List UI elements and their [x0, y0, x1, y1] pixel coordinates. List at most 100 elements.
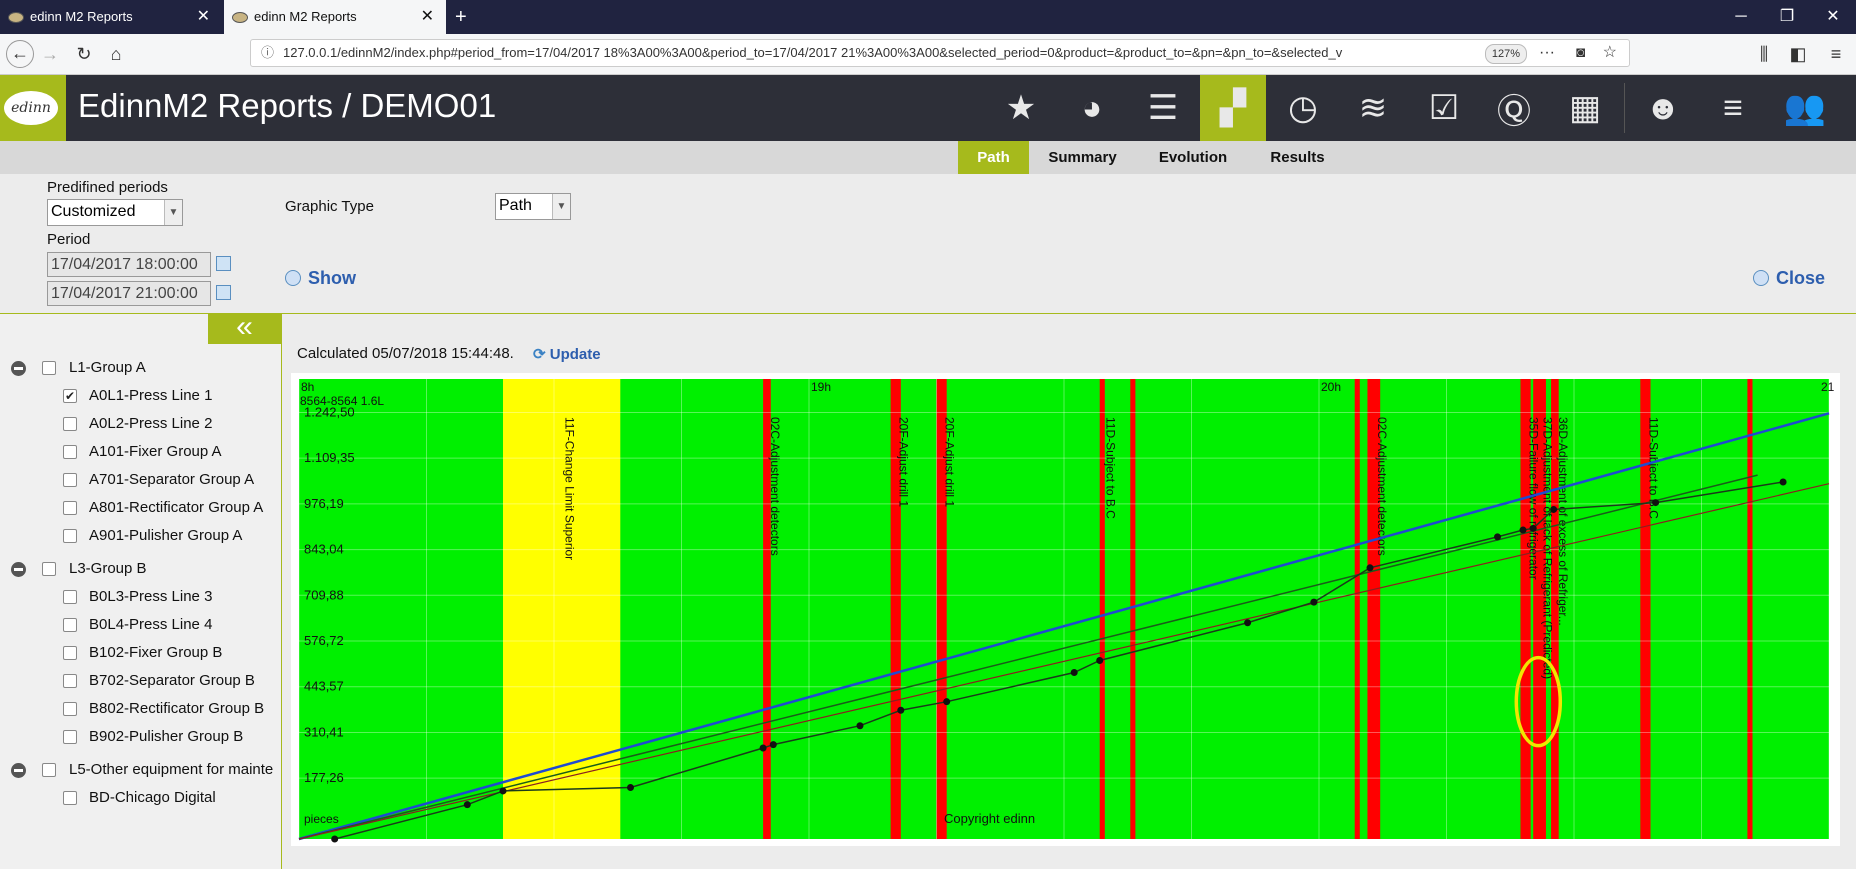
- item-checkbox[interactable]: [63, 730, 77, 744]
- home-icon[interactable]: ⌂: [104, 42, 128, 66]
- page-actions-icon[interactable]: ···: [1539, 40, 1555, 66]
- bars-icon[interactable]: ☰: [1130, 75, 1196, 141]
- item-checkbox[interactable]: [63, 791, 77, 805]
- library-icon[interactable]: ⫼: [1752, 42, 1776, 66]
- y-axis-unit: pieces: [304, 812, 339, 826]
- blocks-icon[interactable]: ▞: [1200, 75, 1266, 141]
- close-label: Close: [1776, 268, 1826, 288]
- series-point: [1652, 499, 1660, 507]
- item-checkbox[interactable]: [63, 473, 77, 487]
- calendar-icon[interactable]: [216, 285, 231, 300]
- group-checkbox[interactable]: [42, 361, 56, 375]
- user-icon[interactable]: 👥: [1772, 75, 1838, 141]
- item-checkbox[interactable]: ✔: [63, 389, 77, 403]
- x-tick-label: 21: [1821, 380, 1835, 394]
- pocket-icon[interactable]: ◙: [1576, 40, 1585, 66]
- menu-icon[interactable]: ≡: [1700, 75, 1766, 141]
- item-checkbox[interactable]: [63, 618, 77, 632]
- tree-item-label: B802-Rectificator Group B: [89, 700, 265, 717]
- period-label: 20F-Adjust drill 1: [897, 417, 911, 507]
- series-point: [463, 801, 471, 809]
- collapse-group-icon[interactable]: [11, 361, 26, 376]
- tab-summary[interactable]: Summary: [1030, 141, 1135, 174]
- close-tab-icon[interactable]: ✕: [197, 0, 210, 34]
- tree-group-label: L5-Other equipment for mainte: [69, 761, 274, 778]
- collapse-group-icon[interactable]: [11, 763, 26, 778]
- period-from-field[interactable]: 17/04/2017 18:00:00: [47, 252, 211, 277]
- browser-tab-1[interactable]: edinn M2 Reports ✕: [0, 0, 222, 34]
- item-checkbox[interactable]: [63, 674, 77, 688]
- calendar-icon[interactable]: [216, 256, 231, 271]
- close-tab-icon[interactable]: ✕: [421, 0, 434, 34]
- period-to-field[interactable]: 17/04/2017 21:00:00: [47, 281, 211, 306]
- quality-icon[interactable]: Ⓠ: [1481, 75, 1547, 141]
- favorites-star-icon[interactable]: ★: [988, 75, 1054, 141]
- collapse-sidebar-button[interactable]: «: [208, 314, 281, 344]
- item-checkbox[interactable]: [63, 501, 77, 515]
- operator-icon[interactable]: ☻: [1630, 75, 1696, 141]
- edinn-logo[interactable]: edinn: [0, 75, 66, 141]
- grid-icon[interactable]: ▦: [1552, 75, 1618, 141]
- y-tick-label: 310,41: [304, 724, 344, 739]
- item-checkbox[interactable]: [63, 417, 77, 431]
- new-tab-icon[interactable]: +: [455, 0, 467, 34]
- minimize-window-icon[interactable]: ─: [1718, 0, 1764, 34]
- graphic-type-select[interactable]: Path ▼: [495, 193, 571, 220]
- tab-path[interactable]: Path: [958, 141, 1029, 174]
- x-tick-label: 20h: [1321, 380, 1341, 394]
- tree-group-label: L1-Group A: [69, 359, 146, 376]
- tree-item-label: A701-Separator Group A: [89, 471, 255, 488]
- url-bar[interactable]: ⓘ 127.0.0.1/edinnM2/index.php#period_fro…: [250, 39, 1630, 67]
- item-checkbox[interactable]: [63, 529, 77, 543]
- series-point: [1096, 656, 1104, 664]
- x-tick-label: 8h: [301, 380, 314, 394]
- series-point: [1779, 478, 1787, 486]
- show-button[interactable]: Show: [285, 268, 356, 289]
- reload-icon[interactable]: ↻: [72, 42, 96, 66]
- close-window-icon[interactable]: ✕: [1810, 0, 1856, 34]
- report-tabs: Path Summary Evolution Results: [0, 141, 1856, 174]
- item-checkbox[interactable]: [63, 702, 77, 716]
- tab-results[interactable]: Results: [1250, 141, 1345, 174]
- item-checkbox[interactable]: [63, 590, 77, 604]
- header-divider: [1624, 83, 1625, 133]
- coins-icon[interactable]: ≋: [1340, 75, 1406, 141]
- series-point: [1310, 598, 1318, 606]
- y-tick-label: 843,04: [304, 542, 344, 557]
- series-point: [856, 722, 864, 730]
- pie-chart-icon[interactable]: ◕: [1059, 75, 1125, 141]
- series-point: [1244, 619, 1252, 627]
- stop-period: [1354, 379, 1360, 839]
- tree-item-label: B0L4-Press Line 4: [89, 616, 213, 633]
- back-icon[interactable]: ←: [6, 40, 34, 68]
- group-checkbox[interactable]: [42, 562, 56, 576]
- bookmark-star-icon[interactable]: ☆: [1603, 40, 1617, 66]
- close-button[interactable]: Close: [1753, 268, 1825, 289]
- tree-group-label: L3-Group B: [69, 560, 147, 577]
- browser-tab-bar: edinn M2 Reports ✕ edinn M2 Reports ✕ + …: [0, 0, 1856, 34]
- equipment-tree-sidebar: « L1-Group A ✔ A0L1-Press Line 1 A0L2-Press…: [0, 314, 282, 869]
- browser-tab-2[interactable]: edinn M2 Reports ✕: [224, 0, 446, 34]
- period-label: 02C-Adjustment detectors: [1375, 417, 1389, 556]
- update-button[interactable]: ⟳ Update: [533, 345, 601, 363]
- checklist-icon[interactable]: ☑: [1411, 75, 1477, 141]
- item-checkbox[interactable]: [63, 445, 77, 459]
- sidebar-toggle-icon[interactable]: ◧: [1786, 42, 1810, 66]
- series-point: [943, 698, 951, 706]
- tree-item-label: BD-Chicago Digital: [89, 789, 216, 806]
- browser-menu-icon[interactable]: ≡: [1824, 42, 1848, 66]
- refresh-icon: ⟳: [533, 346, 546, 363]
- clock-icon[interactable]: ◷: [1270, 75, 1336, 141]
- site-info-icon[interactable]: ⓘ: [261, 40, 274, 66]
- predefined-periods-select[interactable]: Customized ▼: [47, 199, 183, 226]
- zoom-level[interactable]: 127%: [1484, 44, 1527, 64]
- item-checkbox[interactable]: [63, 646, 77, 660]
- y-tick-label: 976,19: [304, 496, 344, 511]
- path-chart: 11F-Change Limit Superior 02C-Adjustment …: [298, 379, 1835, 843]
- tree-item-label: B902-Pulisher Group B: [89, 728, 244, 745]
- collapse-group-icon[interactable]: [11, 562, 26, 577]
- group-checkbox[interactable]: [42, 763, 56, 777]
- forward-icon[interactable]: →: [38, 42, 62, 66]
- restore-window-icon[interactable]: ❐: [1764, 0, 1810, 34]
- tab-evolution[interactable]: Evolution: [1138, 141, 1248, 174]
